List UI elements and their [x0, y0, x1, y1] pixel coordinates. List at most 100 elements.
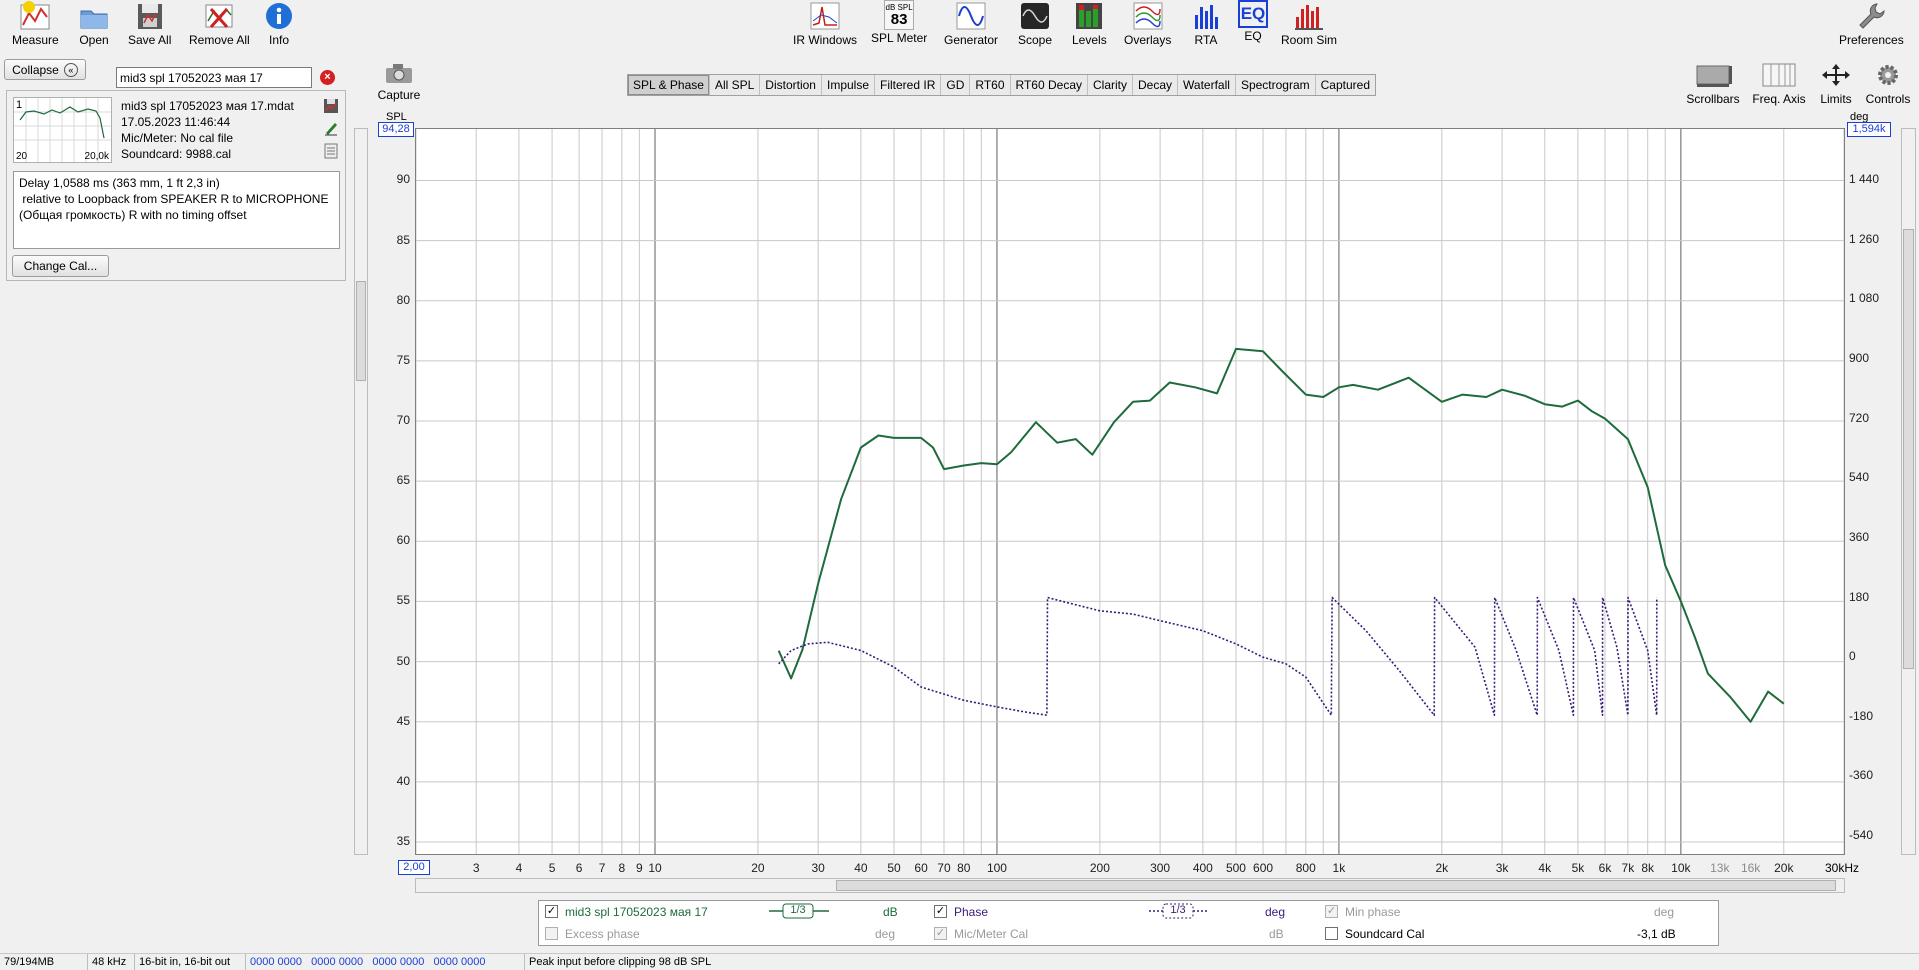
save-all-label: Save All — [128, 33, 172, 47]
min-phase-checkbox[interactable]: ✓ — [1325, 905, 1338, 918]
x-axis-end-label: 30kHz — [1825, 861, 1860, 875]
soundcard-cal-name: Soundcard Cal — [1345, 927, 1425, 941]
tab-filtered-ir[interactable]: Filtered IR — [875, 75, 942, 95]
change-cal-button[interactable]: Change Cal... — [12, 255, 109, 277]
measure-label: Measure — [12, 33, 59, 47]
right-axis-top-input[interactable]: 1,594k — [1847, 122, 1891, 137]
measurement-thumbnail[interactable]: 1 20 20,0k — [13, 97, 112, 163]
scrollbars-label: Scrollbars — [1686, 92, 1740, 106]
remove-all-button[interactable]: Remove All — [189, 0, 250, 47]
tab-decay[interactable]: Decay — [1133, 75, 1179, 95]
excess-phase-checkbox[interactable] — [545, 927, 558, 940]
x-tick-label: 100 — [986, 861, 1007, 875]
right-vertical-scrollbar[interactable] — [1901, 128, 1916, 855]
edit-pen-icon[interactable] — [323, 120, 339, 136]
remove-all-label: Remove All — [189, 33, 250, 47]
spl-trace-checkbox[interactable]: ✓ — [545, 905, 558, 918]
levels-button[interactable]: Levels — [1072, 0, 1107, 47]
x-tick-label: 200 — [1089, 861, 1110, 875]
capture-label: Capture — [377, 88, 421, 102]
scrollbar-thumb[interactable] — [356, 281, 366, 381]
open-button[interactable]: Open — [77, 0, 111, 47]
scrollbars-button[interactable]: Scrollbars — [1686, 62, 1740, 106]
y-tick-label: 75 — [396, 352, 410, 367]
soundcard-cal-value: -3,1 dB — [1637, 927, 1676, 941]
save-measurement-icon[interactable] — [323, 98, 339, 114]
limits-button[interactable]: Limits — [1810, 62, 1862, 106]
spl-phase-chart — [415, 129, 1845, 854]
generator-button[interactable]: Generator — [944, 0, 998, 47]
ir-windows-button[interactable]: IR Windows — [793, 0, 857, 47]
preferences-button[interactable]: Preferences — [1839, 0, 1904, 47]
gear-icon — [1878, 65, 1898, 85]
capture-button[interactable]: Capture — [377, 62, 421, 102]
overlays-button[interactable]: Overlays — [1124, 0, 1171, 47]
right-scrollbar-thumb[interactable] — [1903, 229, 1914, 669]
soundcard-cal-checkbox[interactable] — [1325, 927, 1338, 940]
info-button[interactable]: Info — [262, 0, 296, 47]
limits-label: Limits — [1820, 92, 1852, 106]
scope-icon — [1018, 0, 1052, 32]
phase-trace-checkbox[interactable]: ✓ — [934, 905, 947, 918]
open-label: Open — [79, 33, 109, 47]
info-label: Info — [268, 33, 289, 47]
tab-impulse[interactable]: Impulse — [822, 75, 876, 95]
scope-button[interactable]: Scope — [1018, 0, 1052, 47]
spl-trace-unit: dB — [883, 905, 898, 919]
y-tick-label: 60 — [396, 533, 410, 548]
y-tick-label: 70 — [396, 413, 410, 428]
tab-spectrogram[interactable]: Spectrogram — [1236, 75, 1316, 95]
close-measurement-icon[interactable]: × — [320, 70, 335, 85]
y-tick-label: 45 — [396, 713, 410, 728]
levels-label: Levels — [1072, 33, 1107, 47]
phase-series-line — [778, 596, 1658, 717]
overlays-icon — [1131, 0, 1165, 32]
mic-meter-cal-checkbox[interactable]: ✓ — [934, 927, 947, 940]
rta-button[interactable]: RTA — [1189, 0, 1223, 47]
y2-tick-label: 1 080 — [1849, 291, 1880, 306]
left-axis-top-input[interactable]: 94,28 — [378, 122, 414, 137]
tab-gd[interactable]: GD — [941, 75, 971, 95]
graph-vertical-scrollbar[interactable] — [354, 128, 368, 855]
measurement-date: 17.05.2023 11:46:44 — [121, 115, 231, 129]
main-toolbar: Measure Open Save All Remove All Info IR… — [0, 0, 1919, 52]
notes-icon[interactable] — [323, 143, 339, 159]
spl-meter-icon: dB SPL 83 — [884, 0, 915, 30]
graph-horizontal-scrollbar[interactable] — [415, 878, 1845, 893]
freq-axis-button[interactable]: Freq. Axis — [1751, 62, 1807, 106]
x-tick-label: 300 — [1150, 861, 1171, 875]
tab-waterfall[interactable]: Waterfall — [1178, 75, 1236, 95]
collapse-button[interactable]: Collapse « — [4, 59, 86, 80]
status-sample-rate: 48 kHz — [88, 954, 135, 970]
spl-meter-button[interactable]: dB SPL 83 SPL Meter — [871, 0, 927, 45]
tab-rt60-decay[interactable]: RT60 Decay — [1011, 75, 1088, 95]
tab-clarity[interactable]: Clarity — [1088, 75, 1134, 95]
measurement-name-input[interactable]: mid3 spl 17052023 мая 17 — [116, 67, 312, 88]
save-all-button[interactable]: Save All — [128, 0, 171, 47]
graph-area[interactable] — [415, 128, 1845, 855]
horizontal-scrollbar-thumb[interactable] — [836, 880, 1836, 891]
y2-tick-label: 1 440 — [1849, 172, 1880, 187]
x-tick-label: 2k — [1435, 861, 1449, 875]
tab-distortion[interactable]: Distortion — [760, 75, 822, 95]
x-tick-label: 20k — [1774, 861, 1794, 875]
notes-textarea[interactable]: Delay 1,0588 ms (363 mm, 1 ft 2,3 in) re… — [13, 171, 340, 249]
eq-icon: EQ — [1238, 0, 1268, 28]
controls-button[interactable]: Controls — [1862, 62, 1914, 106]
measure-button[interactable]: Measure — [12, 0, 59, 47]
y2-tick-label: 360 — [1849, 529, 1870, 544]
ir-windows-label: IR Windows — [793, 33, 858, 47]
phase-trace-unit: deg — [1265, 905, 1286, 919]
phase-smoothing-indicator[interactable]: 1/3 — [1149, 903, 1209, 919]
spl-smoothing-indicator[interactable]: 1/3 — [769, 903, 829, 919]
tab-all-spl[interactable]: All SPL — [710, 75, 761, 95]
tab-spl-phase[interactable]: SPL & Phase — [628, 75, 710, 95]
spl-meter-badge-value: 83 — [890, 10, 908, 28]
tab-captured[interactable]: Captured — [1316, 75, 1375, 95]
room-sim-button[interactable]: Room Sim — [1281, 0, 1337, 47]
y2-tick-label: -180 — [1849, 708, 1874, 723]
x-axis-start-input[interactable]: 2,00 — [398, 860, 430, 875]
spl-meter-label: SPL Meter — [871, 31, 928, 45]
tab-rt60[interactable]: RT60 — [970, 75, 1011, 95]
eq-button[interactable]: EQ EQ — [1238, 0, 1268, 43]
